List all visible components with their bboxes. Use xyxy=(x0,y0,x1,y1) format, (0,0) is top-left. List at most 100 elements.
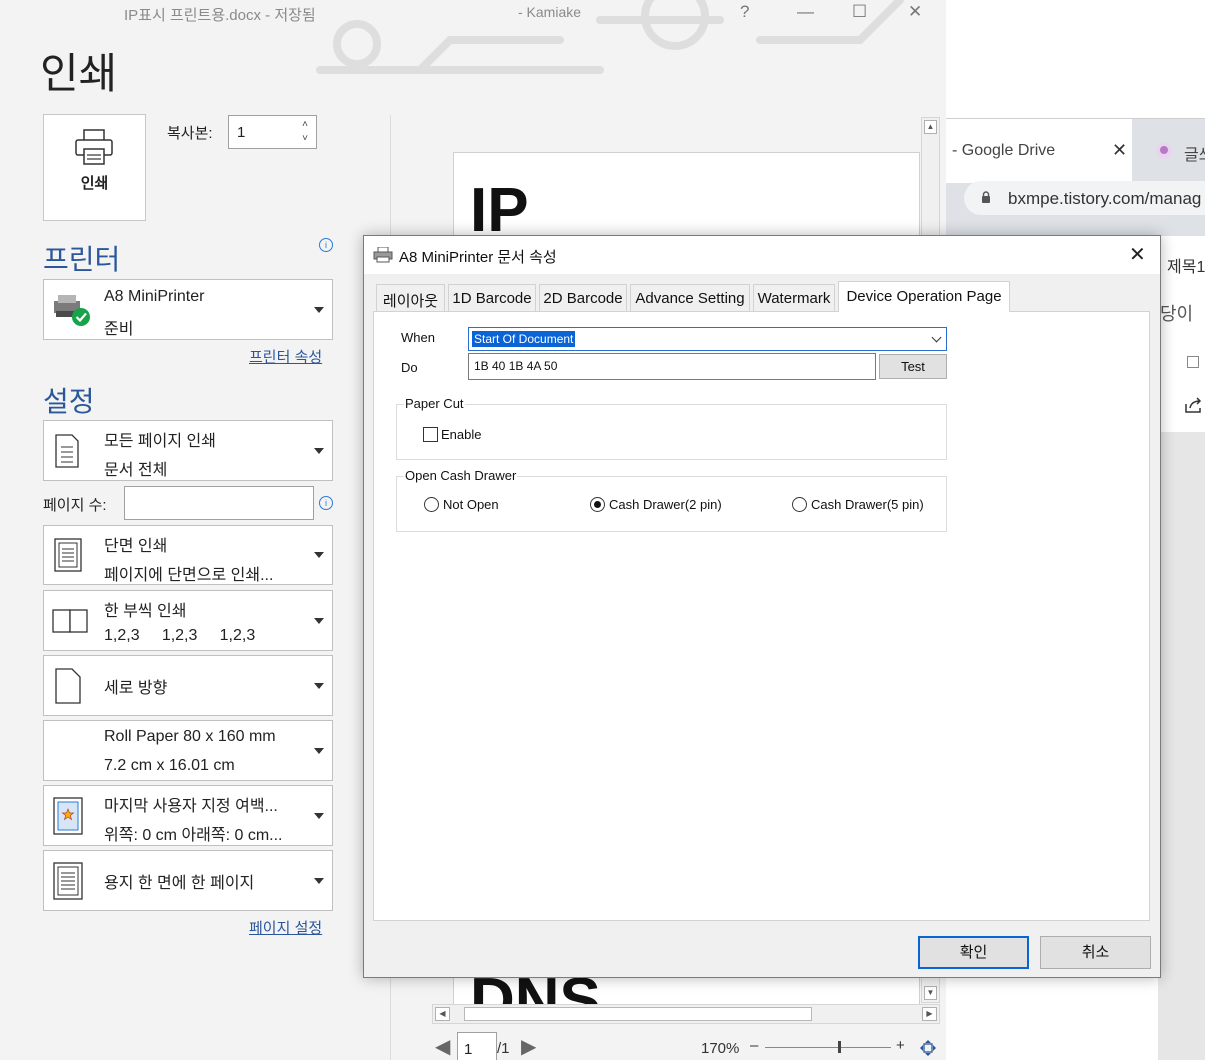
zoom-slider-thumb[interactable] xyxy=(838,1041,841,1053)
increment-icon[interactable]: ˄ xyxy=(302,120,308,130)
margins-detail: 위쪽: 0 cm 아래쪽: 0 cm... xyxy=(104,827,283,844)
enable-checkbox[interactable] xyxy=(423,427,438,442)
pages-label: 페이지 수: xyxy=(43,497,107,514)
scroll-thumb[interactable] xyxy=(464,1007,812,1021)
help-icon[interactable]: ? xyxy=(740,2,749,22)
share-icon[interactable] xyxy=(1184,396,1204,414)
print-range-label: 모든 페이지 인쇄 xyxy=(104,433,216,450)
paper-size-select[interactable]: Roll Paper 80 x 160 mm 7.2 cm x 16.01 cm xyxy=(43,720,333,781)
info-icon[interactable]: i xyxy=(319,238,333,252)
pages-icon xyxy=(55,433,79,468)
printer-properties-dialog: A8 MiniPrinter 문서 속성 ✕ 레이아웃 1D Barcode 2… xyxy=(363,235,1161,978)
lock-icon xyxy=(982,191,990,203)
margins-label: 마지막 사용자 지정 여백... xyxy=(104,798,278,815)
close-window-icon[interactable]: ✕ xyxy=(908,2,922,22)
checkbox-icon[interactable] xyxy=(1187,356,1199,368)
chevron-down-icon xyxy=(314,682,324,689)
pages-per-sheet-select[interactable]: 용지 한 면에 한 페이지 xyxy=(43,850,333,911)
tab-2d-barcode[interactable]: 2D Barcode xyxy=(539,284,627,311)
editor-text-fragment: 당이 xyxy=(1160,304,1194,324)
chevron-down-icon xyxy=(314,447,324,454)
scroll-right-icon[interactable]: ▶ xyxy=(922,1007,937,1021)
do-command-value: 1B 40 1B 4A 50 xyxy=(474,359,558,373)
duplex-label: 단면 인쇄 xyxy=(104,538,168,555)
pages-input[interactable] xyxy=(124,486,314,520)
cash-drawer-2pin-label[interactable]: Cash Drawer(2 pin) xyxy=(609,497,722,512)
tab-google-drive[interactable]: - Google Drive ✕ xyxy=(946,119,1132,183)
horizontal-scrollbar[interactable]: ◀ ▶ xyxy=(432,1004,940,1024)
test-button[interactable]: Test xyxy=(879,354,947,379)
maximize-icon[interactable]: ☐ xyxy=(852,2,867,22)
cancel-button[interactable]: 취소 xyxy=(1040,936,1151,969)
printer-name: A8 MiniPrinter xyxy=(104,288,205,305)
post-title-field[interactable]: 제목1 xyxy=(1167,253,1205,277)
tab-title-2[interactable]: 글쓰 xyxy=(1184,141,1205,165)
editor-panel xyxy=(1158,342,1205,1060)
tab-1d-barcode[interactable]: 1D Barcode xyxy=(448,284,536,311)
collate-icon xyxy=(52,608,88,633)
not-open-radio[interactable] xyxy=(424,497,439,512)
close-icon[interactable]: ✕ xyxy=(1129,242,1146,267)
orientation-label: 세로 방향 xyxy=(104,680,168,697)
scroll-left-icon[interactable]: ◀ xyxy=(435,1007,450,1021)
chevron-down-icon xyxy=(314,306,324,313)
scroll-down-icon[interactable]: ▼ xyxy=(924,986,937,1000)
pages-per-sheet-label: 용지 한 면에 한 페이지 xyxy=(104,875,255,892)
ok-button[interactable]: 확인 xyxy=(918,936,1029,969)
cash-drawer-5pin-label[interactable]: Cash Drawer(5 pin) xyxy=(811,497,924,512)
tab-watermark[interactable]: Watermark xyxy=(753,284,835,311)
copies-value: 1 xyxy=(237,124,246,141)
orientation-select[interactable]: 세로 방향 xyxy=(43,655,333,716)
open-cash-drawer-group-title: Open Cash Drawer xyxy=(404,468,518,483)
paper-cut-group: Paper Cut Enable xyxy=(396,396,947,460)
address-bar[interactable]: bxmpe.tistory.com/manag xyxy=(964,181,1205,215)
chevron-down-icon xyxy=(314,617,324,624)
browser-toolbar: - Google Drive ✕ 글쓰 bxmpe.tistory.com/ma… xyxy=(946,118,1205,236)
when-select[interactable]: Start Of Document xyxy=(468,327,947,351)
settings-heading: 설정 xyxy=(43,386,95,417)
custom-margins-icon xyxy=(53,796,83,835)
tab-advance-setting[interactable]: Advance Setting xyxy=(630,284,750,311)
fit-to-window-icon[interactable] xyxy=(919,1039,937,1057)
printer-properties-link[interactable]: 프린터 속성 xyxy=(249,346,322,367)
collate-detail: 1,2,3 1,2,3 1,2,3 xyxy=(104,627,256,644)
enable-label[interactable]: Enable xyxy=(441,427,481,442)
zoom-out-button[interactable]: – xyxy=(750,1037,758,1054)
info-icon[interactable]: i xyxy=(319,496,333,510)
printer-icon xyxy=(75,129,113,165)
copies-label: 복사본: xyxy=(167,125,213,142)
close-tab-icon[interactable]: ✕ xyxy=(1112,140,1127,161)
copies-stepper[interactable]: 1 ˄ ˅ xyxy=(228,115,317,149)
tab-title: - Google Drive xyxy=(952,142,1056,159)
document-title: IP표시 프린트용.docx - 저장됨 xyxy=(124,7,316,24)
tab-device-operation-page[interactable]: Device Operation Page xyxy=(838,281,1010,312)
collate-select[interactable]: 한 부씩 인쇄 1,2,3 1,2,3 1,2,3 xyxy=(43,590,333,651)
previous-page-icon[interactable]: ◀ xyxy=(435,1034,450,1059)
cash-drawer-5pin-radio[interactable] xyxy=(792,497,807,512)
next-page-icon[interactable]: ▶ xyxy=(521,1034,536,1059)
print-range-detail: 문서 전체 xyxy=(104,462,168,479)
print-button[interactable]: 인쇄 xyxy=(43,114,146,221)
not-open-label[interactable]: Not Open xyxy=(443,497,499,512)
paper-size-label: Roll Paper 80 x 160 mm xyxy=(104,728,276,745)
cash-drawer-2pin-radio[interactable] xyxy=(590,497,605,512)
current-page-input[interactable]: 1 xyxy=(457,1032,497,1060)
do-command-input[interactable]: 1B 40 1B 4A 50 xyxy=(468,353,876,380)
chevron-down-icon xyxy=(314,747,324,754)
margins-select[interactable]: 마지막 사용자 지정 여백... 위쪽: 0 cm 아래쪽: 0 cm... xyxy=(43,785,333,846)
printer-ready-icon xyxy=(54,294,90,326)
tab-layout[interactable]: 레이아웃 xyxy=(376,284,445,311)
duplex-select[interactable]: 단면 인쇄 페이지에 단면으로 인쇄... xyxy=(43,525,333,585)
decrement-icon[interactable]: ˅ xyxy=(302,134,308,144)
paper-cut-group-title: Paper Cut xyxy=(404,396,465,411)
page-setup-link[interactable]: 페이지 설정 xyxy=(249,917,322,938)
printer-select[interactable]: A8 MiniPrinter 준비 xyxy=(43,279,333,340)
scroll-up-icon[interactable]: ▲ xyxy=(924,120,937,134)
dialog-title-bar: A8 MiniPrinter 문서 속성 ✕ xyxy=(364,236,1160,274)
zoom-slider[interactable] xyxy=(765,1047,891,1048)
chevron-down-icon xyxy=(314,877,324,884)
zoom-in-button[interactable]: + xyxy=(896,1037,905,1054)
print-range-select[interactable]: 모든 페이지 인쇄 문서 전체 xyxy=(43,420,333,481)
minimize-icon[interactable]: — xyxy=(797,2,814,22)
printer-icon xyxy=(373,247,393,263)
